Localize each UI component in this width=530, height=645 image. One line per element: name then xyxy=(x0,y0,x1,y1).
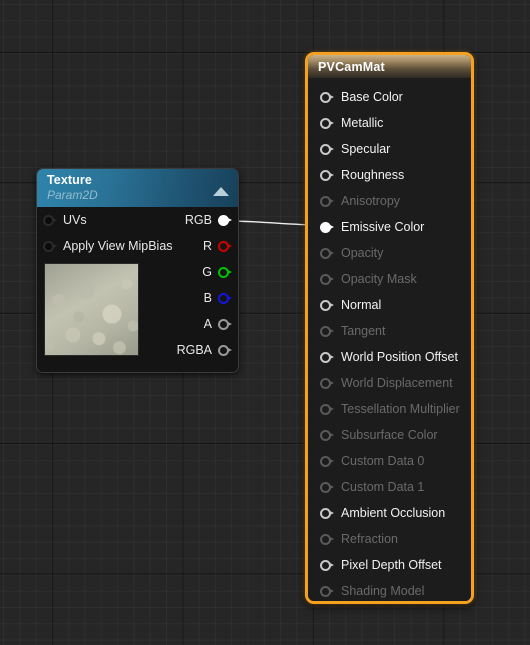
texture-output-r[interactable]: R xyxy=(203,235,232,257)
material-input-label: World Displacement xyxy=(341,376,453,390)
texture-input-label: UVs xyxy=(63,213,87,227)
material-input-ambient-occlusion[interactable]: Ambient Occlusion xyxy=(308,500,471,526)
material-input-label: World Position Offset xyxy=(341,350,458,364)
texture-node-header[interactable]: Texture Param2D xyxy=(37,169,238,207)
material-input-tangent[interactable]: Tangent xyxy=(308,318,471,344)
pin-uvs[interactable] xyxy=(43,214,57,226)
pin-g[interactable] xyxy=(218,266,232,278)
material-input-pixel-depth-offset[interactable]: Pixel Depth Offset xyxy=(308,552,471,578)
material-input-label: Custom Data 1 xyxy=(341,480,425,494)
texture-output-label: A xyxy=(203,317,212,331)
pin-opacity-mask[interactable] xyxy=(320,273,334,285)
texture-input-apply-view-mipbias[interactable]: Apply View MipBias xyxy=(43,235,173,257)
texture-output-b[interactable]: B xyxy=(204,287,232,309)
texture-node-subtitle: Param2D xyxy=(47,188,98,202)
pin-rgba[interactable] xyxy=(218,344,232,356)
pin-shading-model[interactable] xyxy=(320,585,334,597)
material-input-anisotropy[interactable]: Anisotropy xyxy=(308,188,471,214)
texture-output-label: B xyxy=(203,291,212,305)
pin-tangent[interactable] xyxy=(320,325,334,337)
material-input-label: Refraction xyxy=(341,532,398,546)
texture-output-a[interactable]: A xyxy=(204,313,232,335)
pin-apply-view-mipbias[interactable] xyxy=(43,240,57,252)
pin-normal[interactable] xyxy=(320,299,334,311)
material-input-label: Normal xyxy=(341,298,382,312)
pin-rgb[interactable] xyxy=(218,214,232,226)
texture-node-title: Texture xyxy=(47,173,92,187)
pin-subsurface-color[interactable] xyxy=(320,429,334,441)
pin-custom-data-0[interactable] xyxy=(320,455,334,467)
material-input-shading-model[interactable]: Shading Model xyxy=(308,578,471,601)
material-input-label: Shading Model xyxy=(341,584,425,598)
pin-b[interactable] xyxy=(218,292,232,304)
material-input-tessellation-multiplier[interactable]: Tessellation Multiplier xyxy=(308,396,471,422)
material-input-normal[interactable]: Normal xyxy=(308,292,471,318)
material-input-label: Pixel Depth Offset xyxy=(341,558,442,572)
material-graph-canvas[interactable]: Texture Param2D UVs Apply View MipBias R… xyxy=(0,0,530,645)
pin-anisotropy[interactable] xyxy=(320,195,334,207)
pin-custom-data-1[interactable] xyxy=(320,481,334,493)
pin-refraction[interactable] xyxy=(320,533,334,545)
material-input-label: Base Color xyxy=(341,90,403,104)
pin-base-color[interactable] xyxy=(320,91,334,103)
material-input-opacity-mask[interactable]: Opacity Mask xyxy=(308,266,471,292)
material-input-label: Subsurface Color xyxy=(341,428,438,442)
pin-world-position-offset[interactable] xyxy=(320,351,334,363)
texture-output-rgba[interactable]: RGBA xyxy=(177,339,232,361)
pin-world-displacement[interactable] xyxy=(320,377,334,389)
texture-output-rgb[interactable]: RGB xyxy=(185,209,232,231)
material-node-body: Base Color Metallic Specular Roughness A… xyxy=(308,78,471,601)
material-input-refraction[interactable]: Refraction xyxy=(308,526,471,552)
material-input-roughness[interactable]: Roughness xyxy=(308,162,471,188)
material-input-label: Emissive Color xyxy=(341,220,425,234)
material-input-label: Metallic xyxy=(341,116,384,130)
pin-pixel-depth-offset[interactable] xyxy=(320,559,334,571)
material-input-label: Opacity Mask xyxy=(341,272,417,286)
material-input-label: Ambient Occlusion xyxy=(341,506,446,520)
pin-metallic[interactable] xyxy=(320,117,334,129)
pin-tessellation-multiplier[interactable] xyxy=(320,403,334,415)
pin-a[interactable] xyxy=(218,318,232,330)
texture-output-g[interactable]: G xyxy=(202,261,232,283)
texture-sample-node[interactable]: Texture Param2D UVs Apply View MipBias R… xyxy=(36,168,239,373)
texture-thumbnail[interactable] xyxy=(44,263,139,356)
material-input-subsurface-color[interactable]: Subsurface Color xyxy=(308,422,471,448)
texture-node-body: UVs Apply View MipBias RGB R G B A RGBA xyxy=(37,207,238,372)
material-input-metallic[interactable]: Metallic xyxy=(308,110,471,136)
material-input-opacity[interactable]: Opacity xyxy=(308,240,471,266)
material-node-title: PVCamMat xyxy=(318,59,385,74)
texture-output-label: RGBA xyxy=(176,343,212,357)
material-input-emissive-color[interactable]: Emissive Color xyxy=(308,214,471,240)
pin-r[interactable] xyxy=(218,240,232,252)
material-input-custom-data-1[interactable]: Custom Data 1 xyxy=(308,474,471,500)
material-input-label: Tessellation Multiplier xyxy=(341,402,460,416)
material-input-label: Tangent xyxy=(341,324,386,338)
material-node-header[interactable]: PVCamMat xyxy=(308,55,471,78)
material-input-label: Roughness xyxy=(341,168,405,182)
material-input-specular[interactable]: Specular xyxy=(308,136,471,162)
material-input-label: Anisotropy xyxy=(341,194,401,208)
material-input-label: Specular xyxy=(341,142,391,156)
material-input-base-color[interactable]: Base Color xyxy=(308,84,471,110)
pin-specular[interactable] xyxy=(320,143,334,155)
pin-opacity[interactable] xyxy=(320,247,334,259)
texture-input-label: Apply View MipBias xyxy=(63,239,173,253)
pin-roughness[interactable] xyxy=(320,169,334,181)
material-input-custom-data-0[interactable]: Custom Data 0 xyxy=(308,448,471,474)
texture-output-label: RGB xyxy=(184,213,212,227)
material-input-world-position-offset[interactable]: World Position Offset xyxy=(308,344,471,370)
texture-input-uvs[interactable]: UVs xyxy=(43,209,87,231)
material-input-label: Custom Data 0 xyxy=(341,454,425,468)
pin-emissive-color[interactable] xyxy=(320,221,334,233)
material-input-world-displacement[interactable]: World Displacement xyxy=(308,370,471,396)
material-input-label: Opacity xyxy=(341,246,384,260)
texture-output-label: G xyxy=(202,265,212,279)
pin-ambient-occlusion[interactable] xyxy=(320,507,334,519)
triangle-up-icon[interactable] xyxy=(213,187,229,196)
material-output-node[interactable]: PVCamMat Base Color Metallic Specular Ro… xyxy=(305,52,474,604)
texture-output-label: R xyxy=(202,239,212,253)
